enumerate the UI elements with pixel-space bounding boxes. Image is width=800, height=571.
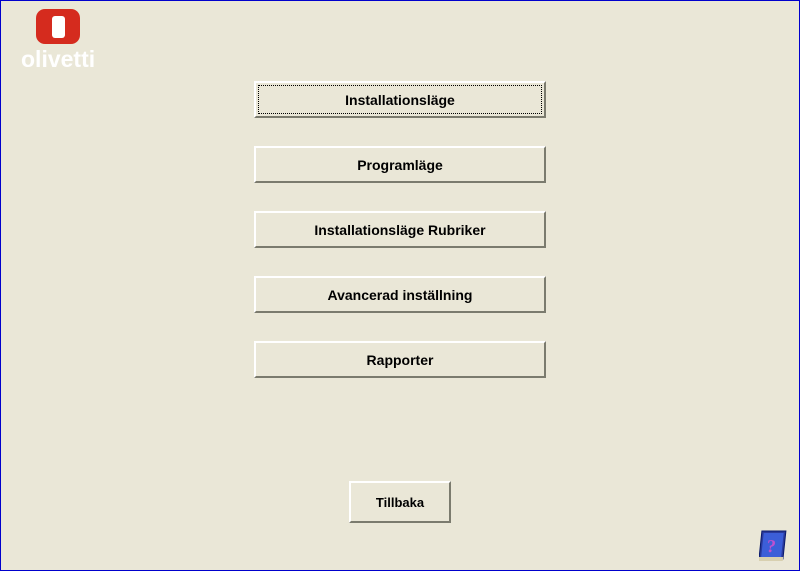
menu-item-label: Rapporter	[367, 352, 434, 368]
installation-mode-button[interactable]: Installationsläge	[254, 81, 546, 118]
reports-button[interactable]: Rapporter	[254, 341, 546, 378]
back-button-label: Tillbaka	[376, 495, 424, 510]
brand-logo-mark	[36, 9, 80, 44]
program-mode-button[interactable]: Programläge	[254, 146, 546, 183]
menu-item-label: Installationsläge Rubriker	[314, 222, 485, 238]
brand-logo: olivetti	[21, 9, 95, 73]
back-button[interactable]: Tillbaka	[349, 481, 451, 523]
main-menu: Installationsläge Programläge Installati…	[254, 81, 546, 378]
brand-logo-mark-inner	[52, 16, 65, 38]
advanced-settings-button[interactable]: Avancerad inställning	[254, 276, 546, 313]
menu-item-label: Programläge	[357, 157, 443, 173]
help-icon[interactable]: ?	[759, 530, 791, 562]
installation-headers-button[interactable]: Installationsläge Rubriker	[254, 211, 546, 248]
brand-logo-text: olivetti	[21, 46, 95, 73]
menu-item-label: Avancerad inställning	[328, 287, 473, 303]
menu-item-label: Installationsläge	[345, 92, 455, 108]
